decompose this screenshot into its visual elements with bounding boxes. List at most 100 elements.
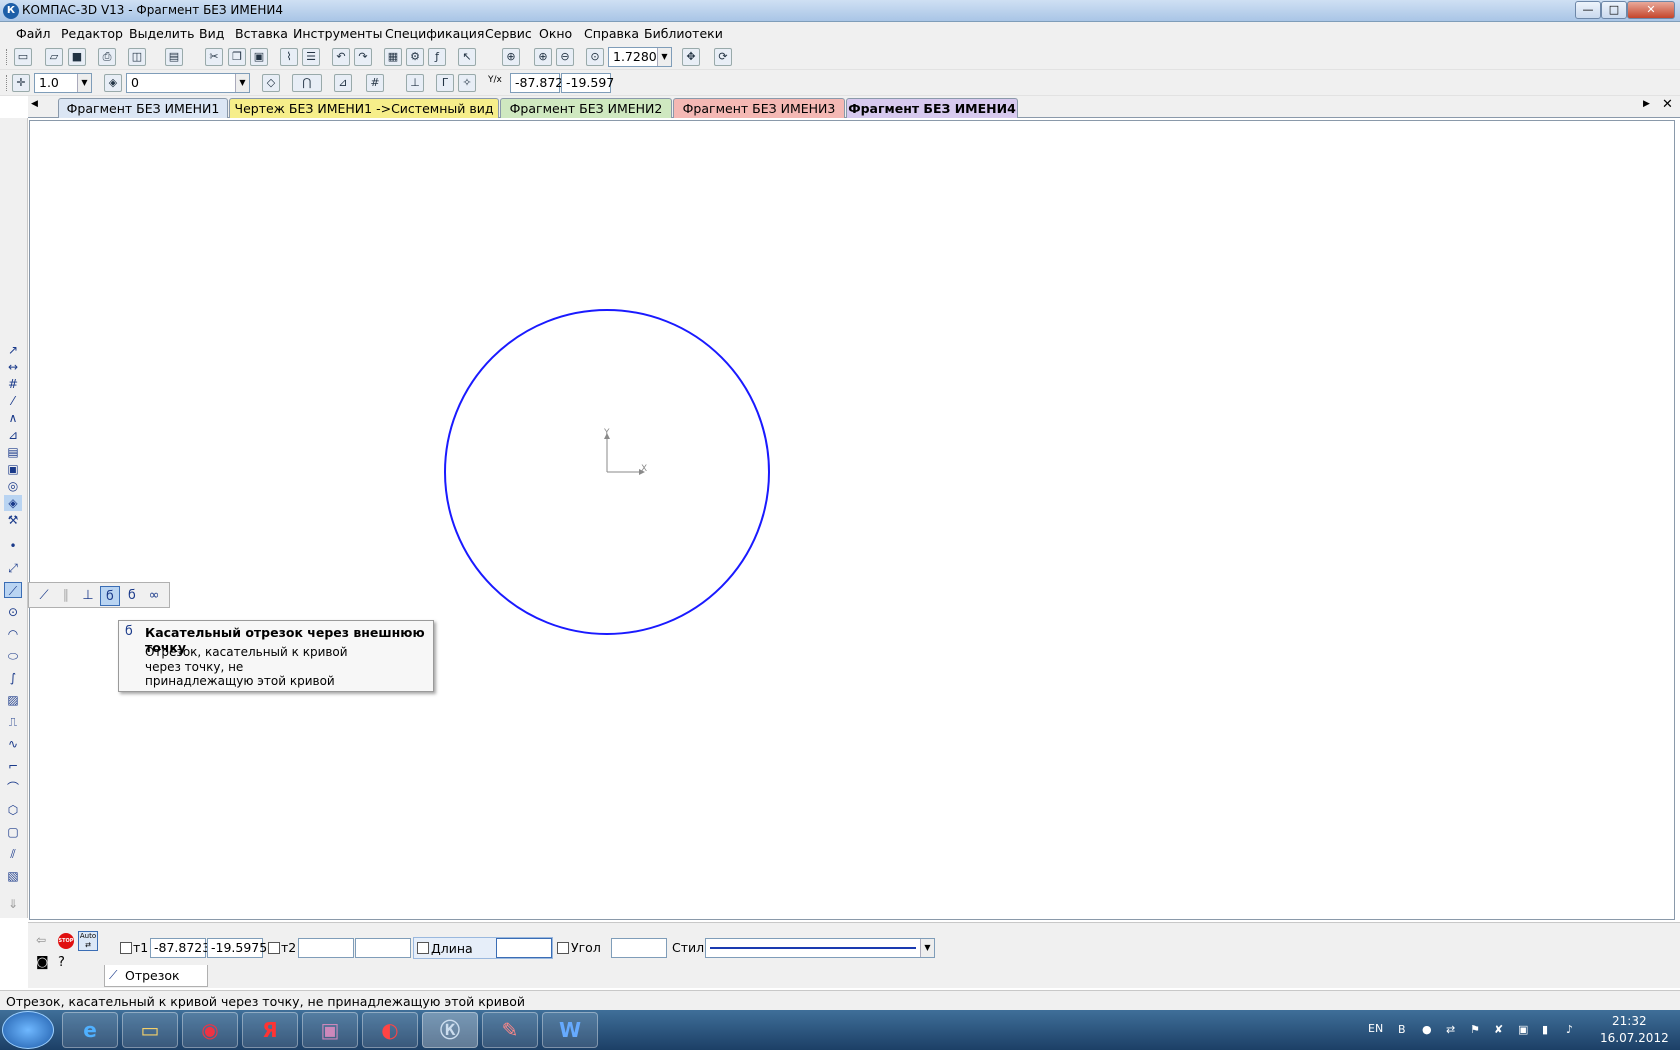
- tray-signal-icon[interactable]: ▮: [1542, 1023, 1548, 1036]
- preview-icon[interactable]: ◫: [128, 48, 146, 66]
- segment-tool-icon[interactable]: ⟋: [4, 582, 22, 598]
- t2-checkbox[interactable]: [268, 942, 280, 954]
- tab-fragment-2[interactable]: Фрагмент БЕЗ ИМЕНИ2: [500, 98, 672, 118]
- minimize-button[interactable]: —: [1575, 1, 1601, 19]
- language-indicator[interactable]: EN: [1368, 1022, 1383, 1035]
- menu-help[interactable]: Справка: [584, 26, 639, 41]
- geometric-properties-icon[interactable]: ◇: [262, 74, 280, 92]
- tab-drawing-1[interactable]: Чертеж БЕЗ ИМЕНИ1 ->Системный вид: [229, 98, 499, 118]
- angle-checkbox[interactable]: [557, 942, 569, 954]
- circle-tool-icon[interactable]: ⊙: [4, 604, 22, 620]
- perpendicular-segment-icon[interactable]: ⊥: [78, 586, 98, 606]
- variables-icon[interactable]: ƒ: [428, 48, 446, 66]
- explorer-icon[interactable]: ▭: [122, 1012, 178, 1048]
- tab-fragment-1[interactable]: Фрагмент БЕЗ ИМЕНИ1: [58, 98, 228, 118]
- t1-x-field[interactable]: -87.8723: [150, 938, 210, 958]
- geometry-panel-icon[interactable]: ↗: [4, 342, 22, 358]
- clock-date[interactable]: 16.07.2012: [1600, 1031, 1669, 1045]
- toolbar-grip[interactable]: [6, 75, 9, 91]
- pan-icon[interactable]: ✥: [682, 48, 700, 66]
- coord-x-field[interactable]: -87.872: [510, 73, 563, 93]
- layers-icon[interactable]: ◈: [104, 74, 122, 92]
- rectangle-tool-icon[interactable]: ▢: [4, 824, 22, 840]
- cursor-step-icon[interactable]: ✛: [12, 74, 30, 92]
- media-app-icon[interactable]: ◐: [362, 1012, 418, 1048]
- associative-views-panel-icon[interactable]: ▣: [4, 461, 22, 477]
- step-field[interactable]: 1.0 ▼: [34, 73, 92, 93]
- ortho-mode-icon[interactable]: Γ: [436, 74, 454, 92]
- edit-panel-icon[interactable]: ⁄: [4, 393, 22, 409]
- save-app-icon[interactable]: ▣: [302, 1012, 358, 1048]
- contour-tool-icon[interactable]: ⎍: [4, 714, 22, 730]
- menu-libraries[interactable]: Библиотеки: [644, 26, 723, 41]
- help-icon[interactable]: ?: [58, 955, 65, 970]
- menu-edit[interactable]: Редактор: [61, 26, 123, 41]
- flag-icon[interactable]: ⚑: [1470, 1023, 1480, 1036]
- zoom-scale-icon[interactable]: ⊙: [586, 48, 604, 66]
- grid-icon[interactable]: #: [366, 74, 384, 92]
- copy-icon[interactable]: ❐: [228, 48, 246, 66]
- tab-scroll-left-icon[interactable]: ◀: [31, 99, 38, 109]
- redo-icon[interactable]: ↷: [354, 48, 372, 66]
- ortho-axes-icon[interactable]: ⊥: [406, 74, 424, 92]
- paste-icon[interactable]: ▣: [250, 48, 268, 66]
- style-select[interactable]: ▼: [705, 938, 935, 958]
- chevron-down-icon[interactable]: ▼: [920, 939, 934, 957]
- manager-icon[interactable]: ☰: [302, 48, 320, 66]
- tangent-segment-external-point-icon[interactable]: ϭ: [100, 586, 120, 606]
- menu-insert[interactable]: Вставка: [235, 26, 288, 41]
- chamfer-tool-icon[interactable]: ⌐: [4, 758, 22, 774]
- tab-fragment-4[interactable]: Фрагмент БЕЗ ИМЕНИ4: [846, 98, 1018, 118]
- refresh-icon[interactable]: ⟳: [714, 48, 732, 66]
- menu-file[interactable]: Файл: [16, 26, 51, 41]
- selection-panel-icon[interactable]: ▤: [4, 444, 22, 460]
- polygon-tool-icon[interactable]: ⬡: [4, 802, 22, 818]
- paint-app-icon[interactable]: ✎: [482, 1012, 538, 1048]
- tab-segment-object[interactable]: ⟋ Отрезок: [104, 965, 208, 987]
- zoom-out-icon[interactable]: ⊖: [556, 48, 574, 66]
- tab-scroll-right-icon[interactable]: ▶: [1643, 99, 1650, 109]
- menu-service[interactable]: Сервис: [485, 26, 532, 41]
- stop-button[interactable]: STOP: [58, 933, 74, 949]
- format-brush-icon[interactable]: ⌇: [280, 48, 298, 66]
- equidistant-tool-icon[interactable]: ⫽: [4, 846, 22, 862]
- t1-y-field[interactable]: -19.5975: [207, 938, 267, 958]
- maximize-button[interactable]: □: [1601, 1, 1627, 19]
- menu-view[interactable]: Вид: [199, 26, 224, 41]
- close-window-button[interactable]: ✕: [1627, 1, 1675, 19]
- chrome-icon[interactable]: ◉: [182, 1012, 238, 1048]
- segment-icon[interactable]: ⟋: [34, 586, 54, 606]
- coord-y-field[interactable]: -19.597: [561, 73, 614, 93]
- parallel-segment-icon[interactable]: ∥: [56, 586, 76, 606]
- collect-contour-icon[interactable]: ⇓: [4, 896, 22, 912]
- tray-network-icon[interactable]: ⇄: [1446, 1023, 1455, 1036]
- tree-icon[interactable]: ▦: [384, 48, 402, 66]
- angle-field[interactable]: [611, 938, 667, 958]
- zoom-in-icon[interactable]: ⊕: [534, 48, 552, 66]
- clock-time[interactable]: 21:32: [1612, 1014, 1647, 1028]
- dimensions-panel-icon[interactable]: ↔: [4, 359, 22, 375]
- point-tool-icon[interactable]: •: [4, 538, 22, 554]
- toolbar-grip[interactable]: [6, 49, 9, 65]
- word-icon[interactable]: W: [542, 1012, 598, 1048]
- menu-specification[interactable]: Спецификация: [385, 26, 484, 41]
- length-field[interactable]: [496, 938, 552, 958]
- auto-create-button[interactable]: Auto ⇄: [78, 931, 98, 951]
- windows-start-icon[interactable]: [2, 1011, 54, 1049]
- t1-checkbox[interactable]: [120, 942, 132, 954]
- measurements-panel-icon[interactable]: ⊿: [4, 427, 22, 443]
- nurbs-tool-icon[interactable]: ∿: [4, 736, 22, 752]
- help-pointer-icon[interactable]: ↖: [458, 48, 476, 66]
- open-folder-icon[interactable]: ▱: [45, 48, 63, 66]
- layer-field[interactable]: 0 ▼: [126, 73, 250, 93]
- ie-icon[interactable]: e: [62, 1012, 118, 1048]
- cut-icon[interactable]: ✂: [205, 48, 223, 66]
- ellipse-tool-icon[interactable]: ⬭: [4, 648, 22, 664]
- tray-monitor-icon[interactable]: ▣: [1518, 1023, 1528, 1036]
- tab-fragment-3[interactable]: Фрагмент БЕЗ ИМЕНИ3: [673, 98, 845, 118]
- properties-icon[interactable]: ▤: [165, 48, 183, 66]
- chevron-down-icon[interactable]: ▼: [235, 74, 249, 92]
- zoom-field[interactable]: 1.7280 ▼: [608, 47, 672, 67]
- library-manager-icon[interactable]: ⚙: [406, 48, 424, 66]
- parametrization-panel-icon[interactable]: ∧: [4, 410, 22, 426]
